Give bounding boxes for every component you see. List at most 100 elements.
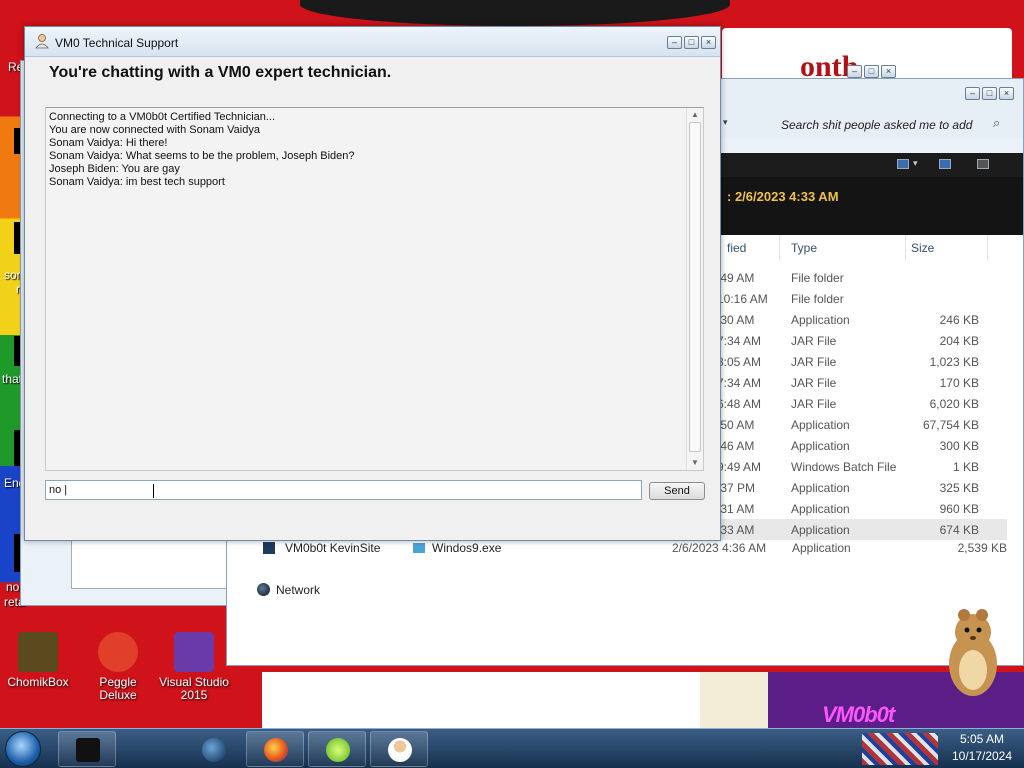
system-tray[interactable] [862, 733, 938, 765]
chat-scrollbar[interactable]: ▲ ▼ [686, 108, 703, 470]
chat-message-input[interactable]: no | [45, 480, 642, 500]
chat-message: You are now connected with Sonam Vaidya [49, 124, 260, 136]
file-type: Application [791, 418, 850, 432]
file-date: 7:34 AM [717, 376, 762, 390]
chat-message: Sonam Vaidya: im best tech support [49, 176, 225, 188]
header-date: : 2/6/2023 4:33 AM [727, 189, 839, 204]
file-row[interactable]: :46 AM Application 300 KB [717, 435, 1007, 456]
chevron-down-icon[interactable]: ▾ [913, 158, 918, 169]
file-date: 7:34 AM [717, 334, 762, 348]
scroll-up-icon[interactable]: ▲ [690, 111, 700, 119]
file-date: 10:16 AM [717, 292, 768, 306]
file-row[interactable]: :31 AM Application 960 KB [717, 498, 1007, 519]
maximize-button[interactable]: □ [684, 36, 699, 49]
desktop-label-fragment[interactable]: that [2, 372, 22, 386]
chat-log[interactable]: Connecting to a VM0b0t Certified Technic… [45, 107, 704, 471]
file-size: 1,023 KB [929, 355, 979, 369]
file-date: :49 AM [717, 271, 755, 285]
scroll-down-icon[interactable]: ▼ [690, 459, 700, 467]
desktop-icon-peggle-deluxe[interactable]: Peggle Deluxe [80, 632, 156, 702]
file-row[interactable]: 7:34 AM JAR File 170 KB [717, 372, 1007, 393]
shortcut-icon [263, 542, 275, 554]
taskbar-button-lime[interactable] [308, 731, 366, 767]
file-size: 325 KB [939, 481, 979, 495]
desktop-icon-visual-studio[interactable]: Visual Studio 2015 [156, 632, 232, 702]
file-row[interactable]: 9:49 AM Windows Batch File 1 KB [717, 456, 1007, 477]
chat-window-title: VM0 Technical Support [55, 36, 179, 50]
search-input[interactable]: Search shit people asked me to add [775, 115, 1021, 135]
send-button[interactable]: Send [649, 482, 705, 500]
column-header-size[interactable]: Size [911, 241, 934, 255]
clock-time: 5:05 AM [959, 732, 1005, 746]
firefox-icon [264, 738, 288, 762]
file-size: 960 KB [939, 502, 979, 516]
file-date: 2/6/2023 4:36 AM [672, 541, 767, 555]
column-header-date-modified[interactable]: fied [727, 241, 746, 255]
file-row[interactable]: 6:48 AM JAR File 6,020 KB [717, 393, 1007, 414]
minimize-button[interactable]: – [667, 36, 682, 49]
file-date: :37 PM [717, 481, 756, 495]
file-row[interactable]: 7:34 AM JAR File 204 KB [717, 330, 1007, 351]
network-icon [257, 583, 270, 596]
file-size: 674 KB [939, 523, 979, 537]
file-row[interactable]: 10:16 AM File folder [717, 288, 1007, 309]
explorer-toolbar: ▾ [717, 153, 1023, 177]
column-header-type[interactable]: Type [791, 241, 817, 255]
chat-message: Connecting to a VM0b0t Certified Technic… [49, 111, 276, 123]
taskbar-button-tech-support[interactable] [370, 731, 428, 767]
file-row[interactable]: :30 AM Application 246 KB [717, 309, 1007, 330]
close-icon[interactable]: × [881, 65, 896, 78]
chat-titlebar[interactable]: VM0 Technical Support – □ × [25, 27, 720, 57]
close-button[interactable]: × [701, 36, 716, 49]
taskbar-button-firefox[interactable] [246, 731, 304, 767]
file-type: JAR File [791, 334, 837, 348]
scroll-thumb[interactable] [689, 122, 701, 452]
maximize-icon[interactable]: □ [864, 65, 879, 78]
chat-window[interactable]: VM0 Technical Support – □ × You're chatt… [24, 26, 721, 541]
file-size: 6,020 KB [929, 397, 979, 411]
chat-messages: Connecting to a VM0b0t Certified Technic… [49, 111, 355, 189]
file-row[interactable]: 8:05 AM JAR File 1,023 KB [717, 351, 1007, 372]
search-icon[interactable]: ⌕ [993, 115, 1000, 131]
file-date: :31 AM [717, 502, 755, 516]
file-date: 8:05 AM [717, 355, 762, 369]
nav-item-network[interactable]: Network [257, 583, 320, 597]
taskbar: 5:05 AM 10/17/2024 [0, 728, 1024, 768]
column-separator[interactable] [987, 235, 988, 261]
preview-pane-icon[interactable] [939, 159, 951, 169]
chat-message: Sonam Vaidya: Hi there! [49, 137, 168, 149]
file-size: 67,754 KB [922, 418, 979, 432]
taskbar-clock[interactable]: 5:05 AM 10/17/2024 [940, 731, 1024, 765]
file-row[interactable]: :37 PM Application 325 KB [717, 477, 1007, 498]
file-type: Application [792, 541, 851, 555]
column-separator[interactable] [905, 235, 906, 261]
maximize-button[interactable]: □ [982, 87, 997, 100]
taskbar-button-globe[interactable] [184, 731, 242, 767]
desktop-icon-chomikbox[interactable]: ChomikBox [0, 632, 76, 689]
background-window-pane [71, 539, 227, 589]
file-size: 170 KB [939, 376, 979, 390]
exe-icon [413, 543, 425, 553]
view-icon[interactable] [897, 159, 909, 169]
minimize-icon[interactable]: – [847, 65, 862, 78]
wallpaper-bottom-cream [700, 672, 768, 728]
support-agent-icon [35, 34, 49, 49]
behind-window-controls: – □ × [847, 65, 896, 78]
file-group-name: VM0b0t KevinSite [285, 541, 381, 555]
chevron-down-icon[interactable]: ▾ [723, 117, 728, 128]
file-row[interactable]: :50 AM Application 67,754 KB [717, 414, 1007, 435]
chat-message: Sonam Vaidya: What seems to be the probl… [49, 150, 355, 162]
start-button[interactable] [5, 731, 41, 767]
file-date: :33 AM [717, 523, 755, 537]
file-size: 300 KB [939, 439, 979, 453]
close-button[interactable]: × [999, 87, 1014, 100]
taskbar-button-explorer[interactable] [58, 731, 116, 767]
file-row[interactable]: :49 AM File folder [717, 267, 1007, 288]
minimize-button[interactable]: – [965, 87, 980, 100]
visual-studio-icon [174, 632, 214, 672]
file-type: Application [791, 502, 850, 516]
file-type: Application [791, 481, 850, 495]
file-type: Application [791, 439, 850, 453]
column-separator[interactable] [779, 235, 780, 261]
help-icon[interactable] [977, 159, 989, 169]
